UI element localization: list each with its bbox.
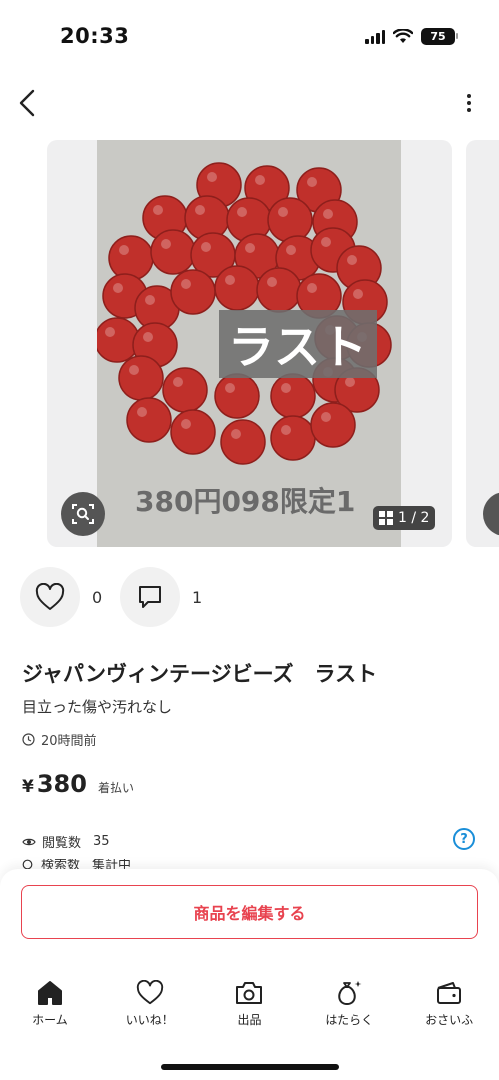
page-counter-text: 1 / 2 (398, 510, 430, 526)
price-row: ¥ 380 着払い (22, 770, 134, 798)
currency-symbol: ¥ (22, 777, 34, 797)
posted-time: 20時間前 (22, 730, 97, 749)
edit-listing-button[interactable]: 商品を編集する (21, 885, 478, 939)
tab-home-label: ホーム (32, 1013, 68, 1027)
bottom-sheet: 商品を編集する ホーム いいね！ 出品 はたらく おさいふ (0, 869, 499, 1080)
more-options-button[interactable] (457, 86, 481, 120)
price-value: 380 (36, 770, 87, 798)
battery-level: 75 (430, 30, 446, 43)
next-image-slide[interactable] (466, 140, 499, 547)
views-label: 閲覧数 (42, 836, 82, 851)
tab-likes-label: いいね！ (125, 1013, 174, 1027)
tab-wallet[interactable]: おさいふ (399, 979, 499, 1039)
tab-home[interactable]: ホーム (0, 979, 100, 1039)
comment-icon (139, 586, 161, 608)
product-title: ジャパンヴィンテージビーズ ラスト (22, 662, 378, 686)
vertical-dots-icon (467, 94, 471, 98)
views-row: 閲覧数 35 (22, 832, 110, 851)
comment-button[interactable] (120, 567, 180, 627)
battery-icon: 75 (421, 28, 458, 45)
wifi-icon (393, 29, 413, 43)
views-count: 35 (93, 834, 110, 849)
image-carousel[interactable]: ラスト 380円098限定1 1 / 2 (0, 140, 499, 548)
money-bag-icon (334, 979, 364, 1007)
tab-wallet-label: おさいふ (425, 1013, 474, 1027)
shipping-label: 着払い (97, 781, 134, 795)
tab-sell-label: 出品 (237, 1013, 262, 1027)
like-button[interactable] (20, 567, 80, 627)
wallet-icon (434, 979, 464, 1007)
image-price-caption: 380円098限定1 (135, 485, 356, 518)
status-icons: 75 (365, 28, 458, 45)
home-indicator (161, 1064, 339, 1070)
action-row: 0 1 (20, 566, 220, 628)
grid-icon (379, 511, 393, 525)
tab-sell[interactable]: 出品 (200, 979, 300, 1039)
clock-icon (22, 733, 35, 746)
overlay-label: ラスト (219, 310, 377, 378)
heart-icon (135, 979, 165, 1007)
product-condition: 目立った傷や汚れなし (22, 698, 173, 716)
tab-work-label: はたらく (325, 1013, 374, 1027)
back-button[interactable] (10, 86, 44, 120)
like-count: 0 (92, 587, 103, 607)
scan-search-icon (72, 504, 94, 524)
nav-bar (0, 80, 499, 126)
page-counter: 1 / 2 (373, 506, 436, 530)
camera-icon (234, 979, 264, 1007)
help-icon[interactable]: ? (453, 828, 475, 850)
posted-time-text: 20時間前 (41, 734, 97, 749)
chevron-left-icon (19, 89, 35, 117)
tab-likes[interactable]: いいね！ (100, 979, 200, 1039)
product-image-slide[interactable]: ラスト 380円098限定1 1 / 2 (47, 140, 452, 547)
status-time: 20:33 (60, 24, 130, 48)
comment-count: 1 (192, 587, 203, 607)
image-search-button[interactable] (61, 492, 105, 536)
home-icon (35, 979, 65, 1007)
status-bar: 20:33 75 (0, 0, 499, 76)
tab-bar: ホーム いいね！ 出品 はたらく おさいふ (0, 979, 499, 1039)
tab-work[interactable]: はたらく (299, 979, 399, 1039)
eye-icon (22, 838, 36, 845)
heart-outline-icon (35, 583, 65, 610)
signal-icon (365, 29, 385, 44)
